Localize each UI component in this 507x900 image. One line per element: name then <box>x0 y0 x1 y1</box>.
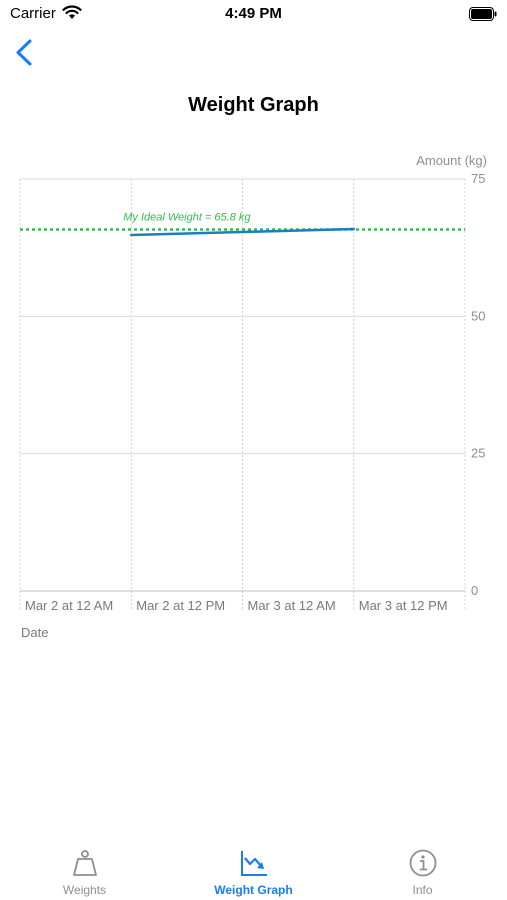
status-bar: Carrier 4:49 PM <box>0 0 507 30</box>
x-tick-label: Mar 2 at 12 AM <box>25 598 113 613</box>
page-title: Weight Graph <box>188 94 319 116</box>
y-tick-label: 25 <box>471 446 485 461</box>
back-button[interactable] <box>12 38 40 68</box>
y-tick-label: 50 <box>471 308 485 323</box>
weight-chart: 0 25 50 75 Mar 2 at 12 AM Mar 2 at 12 PM Mar 3… <box>19 153 487 640</box>
y-tick-label: 75 <box>471 171 485 186</box>
ideal-weight-label: My Ideal Weight = 65.8 kg <box>123 212 251 224</box>
battery-icon <box>469 7 497 26</box>
weight-icon <box>72 850 97 876</box>
tab-info-label: Info <box>412 883 433 897</box>
tab-weights[interactable]: Weights <box>0 838 169 900</box>
x-axis-label: Date <box>21 625 48 640</box>
y-tick-label: 0 <box>471 583 478 598</box>
x-tick-label: Mar 3 at 12 PM <box>359 598 448 613</box>
tab-weights-label: Weights <box>62 883 107 897</box>
chevron-left-icon <box>16 39 32 66</box>
chart-icon <box>240 851 267 876</box>
info-icon <box>409 849 436 877</box>
status-time: 4:49 PM <box>225 5 282 22</box>
tab-info[interactable]: Info <box>338 838 507 900</box>
x-tick-label: Mar 3 at 12 AM <box>248 598 336 613</box>
tab-bar: Weights Weight Graph Info <box>0 838 507 900</box>
x-tick-label: Mar 2 at 12 PM <box>136 598 225 613</box>
tab-weight-graph[interactable]: Weight Graph <box>169 838 338 900</box>
y-axis-label: Amount (kg) <box>416 153 487 168</box>
tab-weight-graph-label: Weight Graph <box>214 883 293 897</box>
